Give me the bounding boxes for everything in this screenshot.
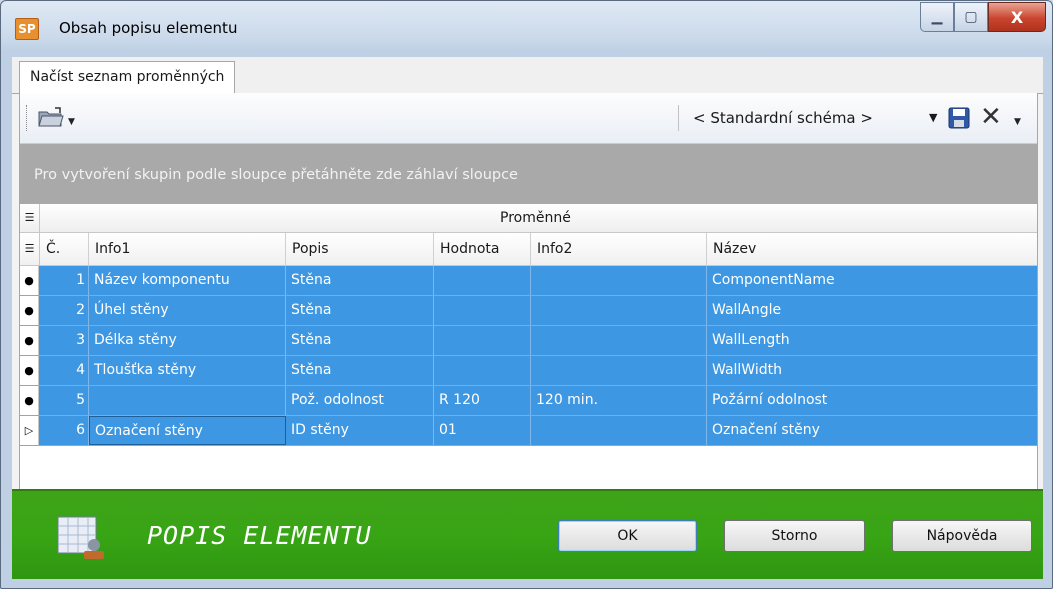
- grid-toolbar: ▼ < Standardní schéma > ▼ ✕ ▼: [20, 93, 1037, 144]
- cell-hodnota[interactable]: 01: [434, 416, 531, 445]
- column-header-popis[interactable]: Popis: [286, 233, 434, 265]
- chevron-down-icon: ▼: [929, 111, 938, 124]
- grid-rows: ● 1 Název komponentu Stěna ComponentName…: [20, 266, 1037, 446]
- row-indicator: ●: [20, 356, 39, 385]
- row-indicator: ●: [20, 326, 39, 355]
- more-dropdown-icon[interactable]: ▼: [1014, 117, 1021, 127]
- footer-title: POPIS ELEMENTU: [147, 521, 372, 550]
- tab-load-variables[interactable]: Načíst seznam proměnných: [19, 61, 236, 94]
- table-row[interactable]: ▷ 6 Označení stěny ID stěny 01 Označení …: [20, 416, 1037, 446]
- cell-info2[interactable]: [531, 356, 707, 385]
- cell-num[interactable]: 6: [40, 416, 89, 445]
- cell-num[interactable]: 2: [40, 296, 89, 325]
- cell-popis[interactable]: Stěna: [286, 296, 434, 325]
- help-button[interactable]: Nápověda: [892, 520, 1032, 552]
- cell-num[interactable]: 4: [40, 356, 89, 385]
- tab-bar: Načíst seznam proměnných: [12, 57, 1043, 94]
- group-by-area[interactable]: Pro vytvoření skupin podle sloupce přetá…: [20, 144, 1037, 204]
- column-headers: ☰ Č. Info1 Popis Hodnota Info2 Název: [20, 233, 1037, 266]
- cell-popis[interactable]: Stěna: [286, 326, 434, 355]
- cell-info1[interactable]: Délka stěny: [89, 326, 286, 355]
- schema-value: < Standardní schéma >: [693, 109, 873, 127]
- cell-popis[interactable]: Stěna: [286, 356, 434, 385]
- minimize-icon: ▁: [931, 9, 943, 25]
- cell-num[interactable]: 3: [40, 326, 89, 355]
- table-row[interactable]: ● 1 Název komponentu Stěna ComponentName: [20, 266, 1037, 296]
- app-icon: SP: [15, 18, 39, 40]
- cell-info1[interactable]: [89, 386, 286, 415]
- table-row[interactable]: ● 4 Tloušťka stěny Stěna WallWidth: [20, 356, 1037, 386]
- cell-hodnota[interactable]: R 120: [434, 386, 531, 415]
- cell-popis[interactable]: Stěna: [286, 266, 434, 295]
- cell-info1[interactable]: Tloušťka stěny: [89, 356, 286, 385]
- column-header-hodnota[interactable]: Hodnota: [434, 233, 531, 265]
- ok-button[interactable]: OK: [558, 520, 697, 552]
- cell-hodnota[interactable]: [434, 266, 531, 295]
- save-icon[interactable]: [948, 107, 970, 129]
- current-row-arrow-icon: ▷: [20, 416, 39, 445]
- table-row[interactable]: ● 2 Úhel stěny Stěna WallAngle: [20, 296, 1037, 326]
- cell-num[interactable]: 5: [40, 386, 89, 415]
- window-title: Obsah popisu elementu: [59, 19, 238, 37]
- cell-hodnota[interactable]: [434, 326, 531, 355]
- table-row[interactable]: ● 5 Pož. odolnost R 120 120 min. Požární…: [20, 386, 1037, 416]
- row-indicator: ●: [20, 386, 39, 415]
- cell-nazev[interactable]: WallLength: [707, 326, 1037, 355]
- band-menu-icon[interactable]: ☰: [20, 204, 40, 232]
- row-indicator: ●: [20, 266, 39, 295]
- column-header-nazev[interactable]: Název: [707, 233, 1037, 265]
- window-controls: ▁ ▢ X: [920, 2, 1046, 38]
- maximize-icon: ▢: [964, 9, 978, 25]
- element-label-icon: [57, 516, 104, 559]
- cell-popis[interactable]: ID stěny: [286, 416, 434, 445]
- band-caption: Proměnné: [500, 210, 571, 226]
- row-indicator: ●: [20, 296, 39, 325]
- cell-info1[interactable]: Název komponentu: [89, 266, 286, 295]
- minimize-button[interactable]: ▁: [920, 2, 954, 32]
- cell-nazev[interactable]: Označení stěny: [707, 416, 1037, 445]
- schema-select[interactable]: < Standardní schéma > ▼: [678, 105, 939, 131]
- cancel-button[interactable]: Storno: [724, 520, 865, 552]
- cell-nazev[interactable]: Požární odolnost: [707, 386, 1037, 415]
- toolbar-grip[interactable]: [26, 105, 30, 131]
- cell-nazev[interactable]: WallWidth: [707, 356, 1037, 385]
- cell-info2[interactable]: 120 min.: [531, 386, 707, 415]
- column-chooser-icon[interactable]: ☰: [20, 233, 40, 265]
- cell-info1-focused[interactable]: Označení stěny: [89, 416, 286, 445]
- delete-icon[interactable]: ✕: [980, 101, 1002, 133]
- cell-nazev[interactable]: ComponentName: [707, 266, 1037, 295]
- band-header: ☰ Proměnné: [20, 204, 1037, 233]
- column-header-num[interactable]: Č.: [40, 233, 89, 265]
- cell-info2[interactable]: [531, 296, 707, 325]
- close-button[interactable]: X: [988, 2, 1046, 32]
- open-dropdown-icon[interactable]: ▼: [68, 117, 75, 127]
- open-folder-icon[interactable]: [38, 107, 64, 127]
- cell-num[interactable]: 1: [40, 266, 89, 295]
- dialog-client: Načíst seznam proměnných ▼ < Standardní …: [12, 57, 1043, 579]
- cell-hodnota[interactable]: [434, 296, 531, 325]
- table-row[interactable]: ● 3 Délka stěny Stěna WallLength: [20, 326, 1037, 356]
- title-bar[interactable]: SP Obsah popisu elementu ▁ ▢ X: [1, 1, 1052, 45]
- cell-hodnota[interactable]: [434, 356, 531, 385]
- cell-nazev[interactable]: WallAngle: [707, 296, 1037, 325]
- footer-bar: POPIS ELEMENTU OK Storno Nápověda: [12, 489, 1043, 579]
- cell-info2[interactable]: [531, 416, 707, 445]
- group-hint: Pro vytvoření skupin podle sloupce přetá…: [34, 167, 518, 183]
- column-header-info1[interactable]: Info1: [89, 233, 286, 265]
- close-icon: X: [1010, 7, 1024, 27]
- cell-popis[interactable]: Pož. odolnost: [286, 386, 434, 415]
- maximize-button[interactable]: ▢: [954, 2, 988, 32]
- cell-info2[interactable]: [531, 266, 707, 295]
- cell-info2[interactable]: [531, 326, 707, 355]
- dialog-window: SP Obsah popisu elementu ▁ ▢ X Načíst se…: [0, 0, 1053, 589]
- cell-info1[interactable]: Úhel stěny: [89, 296, 286, 325]
- tab-panel: ▼ < Standardní schéma > ▼ ✕ ▼ Pro vytvoř…: [19, 93, 1038, 514]
- column-header-info2[interactable]: Info2: [531, 233, 707, 265]
